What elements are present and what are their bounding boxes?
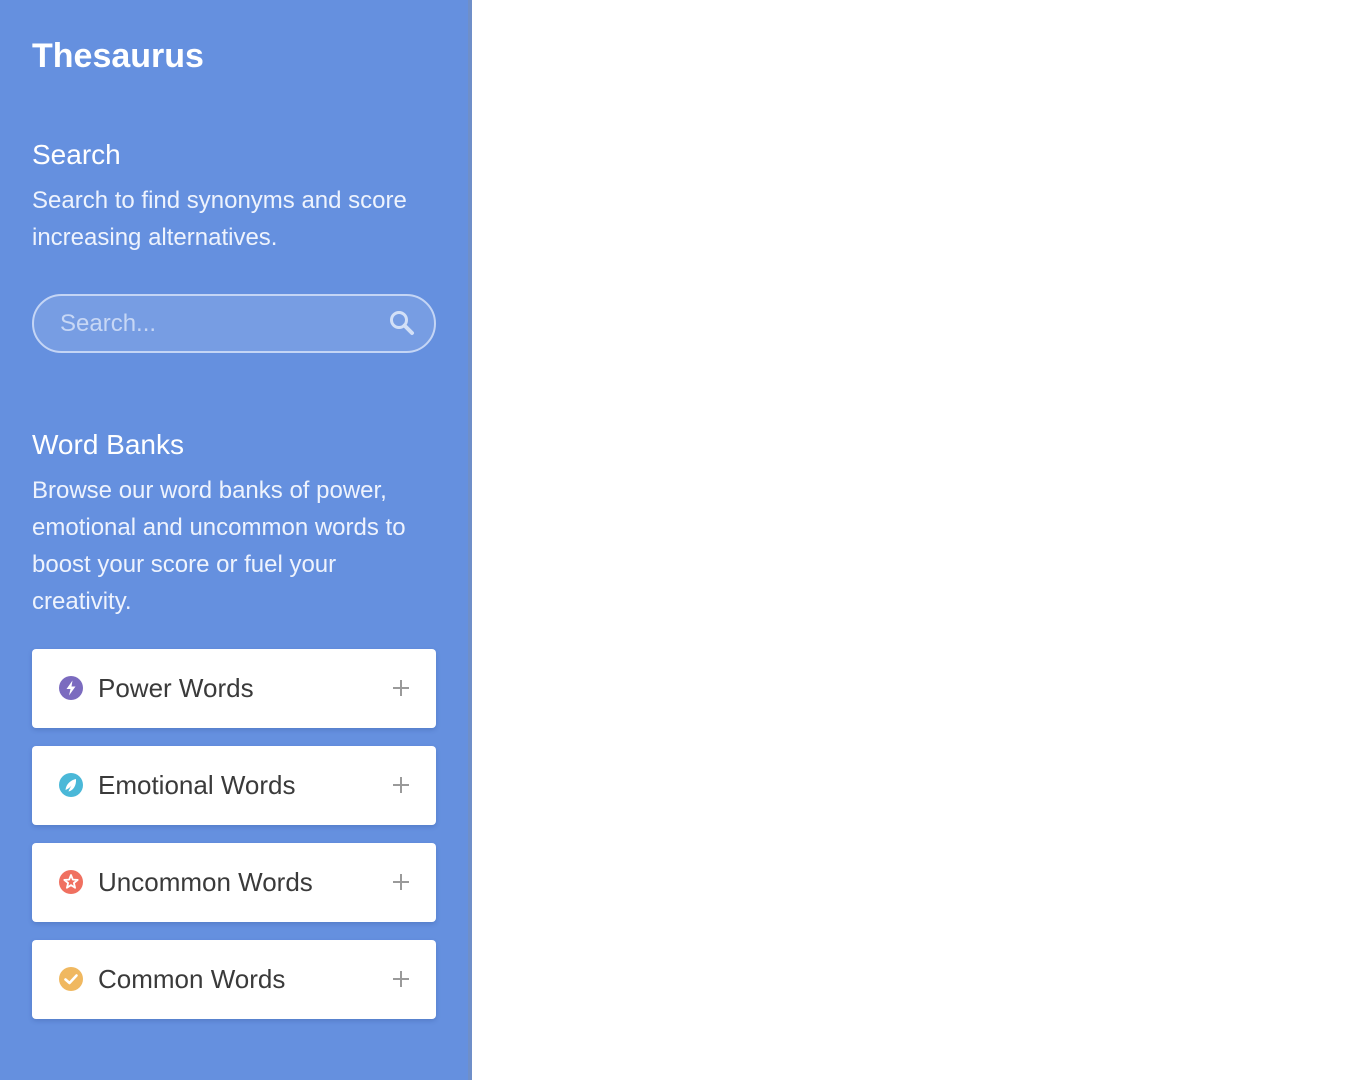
plus-icon[interactable] — [390, 871, 412, 893]
search-input[interactable] — [60, 296, 380, 351]
plus-icon[interactable] — [390, 677, 412, 699]
word-bank-power-words[interactable]: Power Words — [32, 649, 436, 728]
word-bank-common-words[interactable]: Common Words — [32, 940, 436, 1019]
plus-icon[interactable] — [390, 968, 412, 990]
lightning-icon — [59, 676, 83, 700]
main-content-area — [472, 0, 1360, 1080]
sidebar: Thesaurus Search Search to find synonyms… — [0, 0, 468, 1080]
word-bank-label: Uncommon Words — [98, 867, 313, 897]
app-title: Thesaurus — [32, 37, 204, 75]
search-section-title: Search — [32, 139, 121, 170]
plus-icon[interactable] — [390, 774, 412, 796]
word-bank-emotional-words[interactable]: Emotional Words — [32, 746, 436, 825]
word-bank-label: Power Words — [98, 673, 254, 703]
search-section-description: Search to find synonyms and score increa… — [32, 187, 407, 251]
word-banks-section-description: Browse our word banks of power, emotiona… — [32, 477, 406, 615]
search-box — [32, 294, 436, 353]
star-icon — [59, 870, 83, 894]
word-banks-section-title: Word Banks — [32, 429, 184, 460]
word-bank-label: Common Words — [98, 964, 286, 994]
search-icon[interactable] — [388, 309, 416, 337]
check-icon — [59, 967, 83, 991]
emotion-icon — [59, 773, 83, 797]
word-bank-label: Emotional Words — [98, 770, 296, 800]
word-bank-uncommon-words[interactable]: Uncommon Words — [32, 843, 436, 922]
app-window: Thesaurus Search Search to find synonyms… — [0, 0, 1360, 1080]
